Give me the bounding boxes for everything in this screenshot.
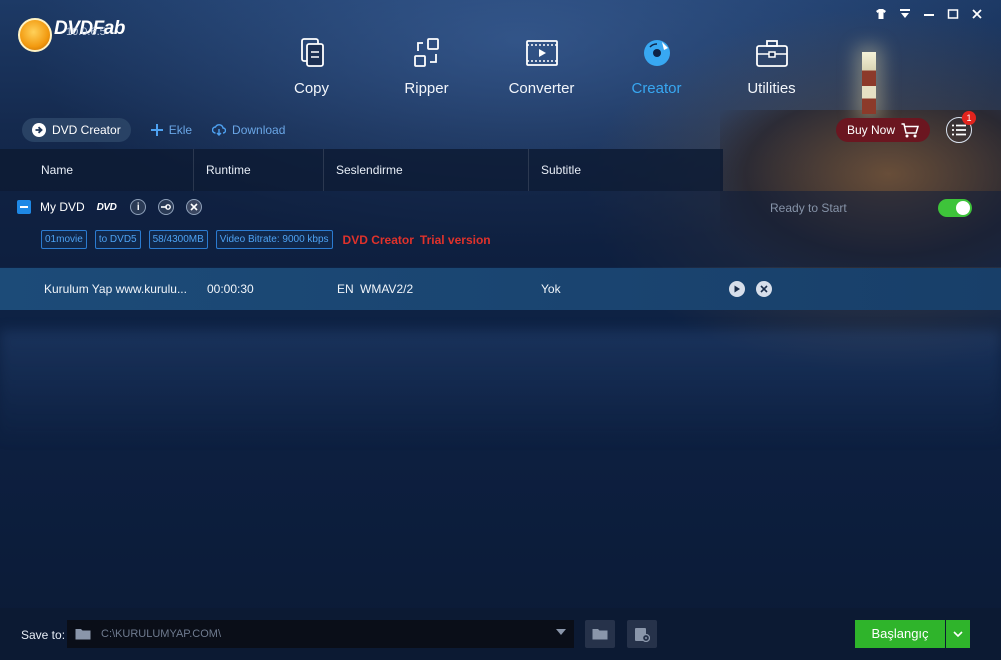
main-nav: Copy Ripper Converter Creator Utilities [254,36,829,97]
maximize-icon[interactable] [945,8,961,24]
tag-title-count[interactable]: 01movie [41,230,87,249]
track-subtitle[interactable]: Yok [541,268,561,310]
monkey-logo-icon [18,18,52,52]
toolbar: DVD Creator Ekle Download [22,118,285,142]
download-label: Download [232,123,286,137]
status-text: Ready to Start [770,201,847,215]
task-count-badge: 1 [962,111,976,125]
enable-toggle[interactable] [938,199,972,217]
tag-output-format[interactable]: to DVD5 [94,230,141,249]
open-folder-icon [592,629,608,640]
cloud-download-icon [212,124,227,136]
output-path: C:\KURULUMYAP.COM\ [101,628,222,640]
plus-icon [150,124,163,136]
buy-now-button[interactable]: Buy Now [836,118,930,142]
minimize-icon[interactable] [921,8,937,24]
nav-label: Utilities [747,80,796,97]
nav-creator[interactable]: Creator [599,36,714,97]
add-label: Ekle [168,123,193,137]
path-dropdown-arrow-icon[interactable] [556,629,566,635]
column-header-subtitle[interactable]: Subtitle [529,149,723,191]
trial-text: Trial version [419,232,491,247]
nav-copy[interactable]: Copy [254,36,369,97]
dropdown-icon[interactable] [897,8,913,24]
collapse-checkbox[interactable] [17,200,31,214]
ripper-icon [369,36,484,70]
nav-label: Ripper [404,80,449,97]
background-scene [0,0,1001,660]
table-header: Name Runtime Seslendirme Subtitle [0,149,723,191]
buy-now-label: Buy Now [846,123,896,137]
bottom-bar: Save to: C:\KURULUMYAP.COM\ Başlangıç [0,608,1001,660]
arrow-circle-icon [32,123,46,137]
iso-output-button[interactable] [627,620,657,648]
remove-icon[interactable] [186,199,203,215]
chevron-down-icon [953,630,963,637]
save-to-label: Save to: [21,628,66,642]
nav-label: Converter [508,80,575,97]
trial-product: DVD Creator [342,232,414,247]
browse-folder-button[interactable] [585,620,615,648]
output-path-field[interactable]: C:\KURULUMYAP.COM\ [67,620,574,648]
track-name: Kurulum Yap www.kurulu... [44,282,187,296]
nav-label: Copy [293,80,330,97]
track-audio-codec[interactable]: WMAV2/2 [360,268,413,310]
tag-size[interactable]: 58/4300MB [148,230,208,249]
creator-icon [599,36,714,70]
column-header-runtime[interactable]: Runtime [194,149,324,191]
start-button[interactable]: Başlangıç [855,620,945,648]
add-button[interactable]: Ekle [150,123,193,137]
column-header-name[interactable]: Name [0,149,194,191]
app-version: 10.0.6.5 [66,26,106,38]
start-dropdown-button[interactable] [946,620,970,648]
copy-icon [254,36,369,70]
close-icon[interactable] [969,8,985,24]
utilities-icon [714,36,829,70]
download-button[interactable]: Download [212,123,285,137]
nav-ripper[interactable]: Ripper [369,36,484,97]
remove-track-icon[interactable] [756,281,772,297]
shirt-icon[interactable] [873,8,889,24]
play-icon[interactable] [729,281,745,297]
dvd-project-header: My DVD DVD i [17,199,214,215]
tag-video-bitrate[interactable]: Video Bitrate: 9000 kbps [215,230,333,249]
track-audio-lang[interactable]: EN [337,268,354,310]
column-header-audio[interactable]: Seslendirme [324,149,529,191]
mode-label: DVD Creator [52,123,121,137]
nav-label: Creator [631,80,682,97]
track-runtime: 00:00:30 [207,282,254,296]
settings-wrench-icon[interactable] [158,199,175,215]
dvd-logo-icon: DVD [96,201,117,213]
window-controls [873,8,985,24]
lighthouse-image [862,52,876,114]
list-icon [952,124,966,136]
nav-converter[interactable]: Converter [484,36,599,97]
water-reflection [0,330,1001,440]
dvd-title: My DVD [40,200,85,214]
trial-notice: DVD Creator Trial version [343,233,497,247]
info-icon[interactable]: i [130,199,147,215]
cart-icon [901,122,920,137]
table-row[interactable]: Kurulum Yap www.kurulu... 00:00:30 EN WM… [0,268,1001,310]
disc-save-icon [635,628,650,642]
converter-icon [484,36,599,70]
output-tags: 01movie to DVD5 58/4300MB Video Bitrate:… [41,230,497,249]
dvd-creator-mode-button[interactable]: DVD Creator [22,118,131,142]
nav-utilities[interactable]: Utilities [714,36,829,97]
folder-icon [75,629,91,640]
dvd-project-row: My DVD DVD i Ready to Start 01movie to D… [0,191,1001,267]
